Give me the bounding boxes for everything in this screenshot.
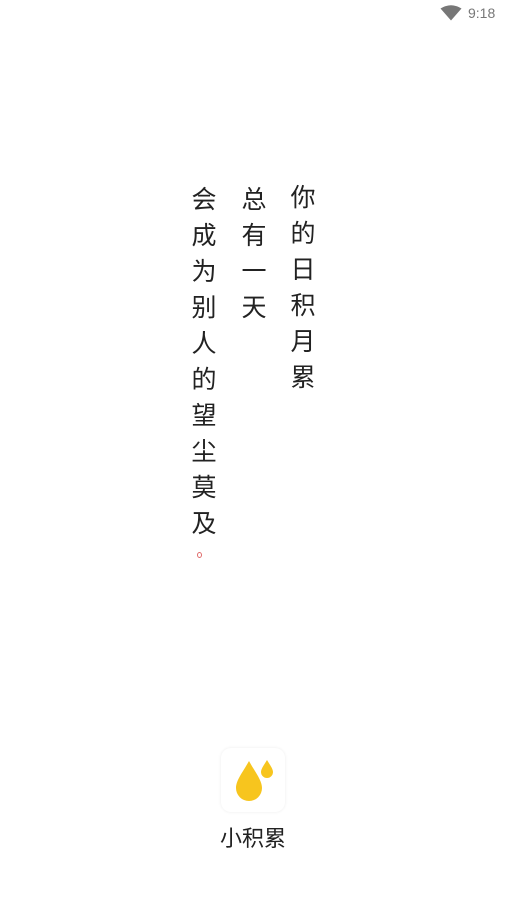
app-name: 小积累 [219,827,286,852]
poem-line-3: 会 成 为 别 人 的 望 尘 莫 及 [189,182,219,542]
poem-char: 的 [191,365,217,394]
poem-char: 你 [290,183,316,212]
poem-char: 尘 [191,437,217,466]
poem-period-mark [197,552,202,558]
poem-char: 月 [290,327,316,356]
water-drops-icon [236,760,273,801]
poem-char: 日 [290,255,316,284]
app-icon [221,748,285,812]
poem-char: 天 [241,293,267,322]
poem-char: 及 [191,509,217,538]
poem-char: 有 [241,221,267,250]
poem-char: 会 [191,185,217,214]
poem-char: 别 [191,293,217,322]
poem-char: 总 [241,185,267,214]
poem-char: 一 [241,257,267,286]
poem-line-1: 你 的 日 积 月 累 [288,180,318,396]
poem-char: 的 [290,219,316,248]
poem: 你 的 日 积 月 累 总 有 一 天 会 成 为 别 人 的 望 尘 莫 及 [0,0,506,600]
poem-char: 积 [290,291,316,320]
poem-line-2: 总 有 一 天 [239,182,269,326]
poem-char: 人 [191,329,217,358]
poem-char: 莫 [191,473,217,502]
poem-char: 为 [191,257,217,286]
poem-char: 望 [191,401,217,430]
poem-char: 成 [191,221,217,250]
poem-char: 累 [290,363,316,392]
